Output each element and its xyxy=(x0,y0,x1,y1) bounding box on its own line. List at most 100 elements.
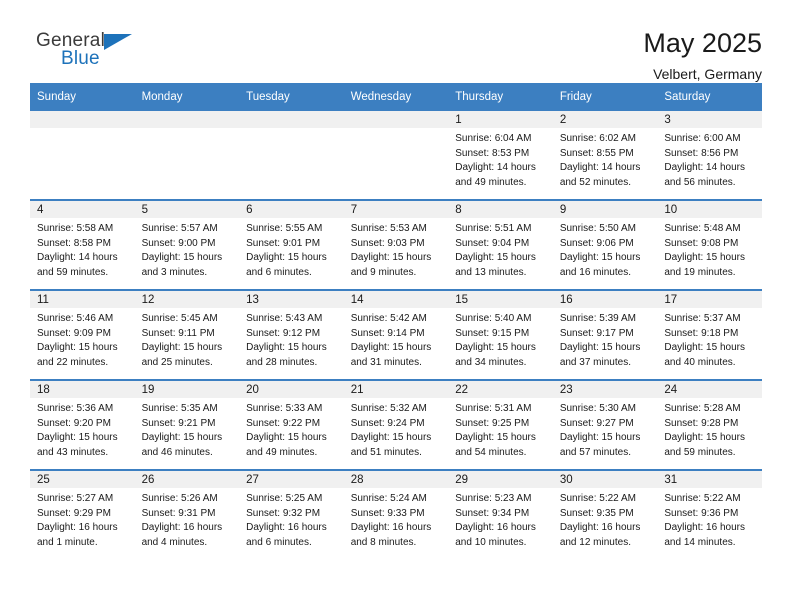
calendar-header-row: Sunday Monday Tuesday Wednesday Thursday… xyxy=(30,83,762,111)
calendar-week-row: 1 Sunrise: 6:04 AM Sunset: 8:53 PM Dayli… xyxy=(30,111,762,200)
sunrise-text: Sunrise: 5:43 AM xyxy=(246,313,323,324)
day-cell[interactable]: 1 Sunrise: 6:04 AM Sunset: 8:53 PM Dayli… xyxy=(448,111,553,200)
daylight-text-line1: Daylight: 15 hours xyxy=(559,252,641,264)
weekday-header-tuesday: Tuesday xyxy=(239,83,344,111)
day-number: 12 xyxy=(134,291,240,308)
daylight-text-line2: and 51 minutes. xyxy=(350,446,422,458)
day-details: Sunrise: 5:33 AM Sunset: 9:22 PM Dayligh… xyxy=(239,398,344,460)
day-number: 28 xyxy=(343,471,449,488)
daylight-text-line2: and 8 minutes. xyxy=(350,536,417,548)
day-number: 15 xyxy=(448,291,553,308)
sunrise-text: Sunrise: 5:22 AM xyxy=(559,493,636,504)
day-cell[interactable]: 16 Sunrise: 5:39 AM Sunset: 9:17 PM Dayl… xyxy=(552,289,658,380)
day-details: Sunrise: 5:27 AM Sunset: 9:29 PM Dayligh… xyxy=(30,488,135,550)
sunset-text: Sunset: 9:14 PM xyxy=(350,327,425,339)
daylight-text-line2: and 57 minutes. xyxy=(559,446,631,458)
day-number: 25 xyxy=(30,471,135,488)
day-details: Sunrise: 5:24 AM Sunset: 9:33 PM Dayligh… xyxy=(344,488,449,550)
sunrise-text: Sunrise: 5:23 AM xyxy=(455,493,532,504)
day-number: 31 xyxy=(657,471,762,488)
day-cell[interactable]: 12 Sunrise: 5:45 AM Sunset: 9:11 PM Dayl… xyxy=(134,289,240,380)
brand-name-blue: Blue xyxy=(61,48,100,69)
sunrise-text: Sunrise: 5:30 AM xyxy=(559,403,636,414)
day-cell[interactable]: 8 Sunrise: 5:51 AM Sunset: 9:04 PM Dayli… xyxy=(448,199,553,290)
day-cell[interactable]: 7 Sunrise: 5:53 AM Sunset: 9:03 PM Dayli… xyxy=(343,199,449,290)
day-cell[interactable]: 19 Sunrise: 5:35 AM Sunset: 9:21 PM Dayl… xyxy=(134,379,240,470)
day-cell[interactable]: 3 Sunrise: 6:00 AM Sunset: 8:56 PM Dayli… xyxy=(657,111,762,200)
daylight-text-line1: Daylight: 15 hours xyxy=(141,432,223,444)
day-cell[interactable]: 24 Sunrise: 5:28 AM Sunset: 9:28 PM Dayl… xyxy=(657,379,762,470)
sunrise-text: Sunrise: 5:27 AM xyxy=(37,493,114,504)
day-cell[interactable]: 14 Sunrise: 5:42 AM Sunset: 9:14 PM Dayl… xyxy=(343,289,449,380)
day-cell[interactable]: 29 Sunrise: 5:23 AM Sunset: 9:34 PM Dayl… xyxy=(448,469,553,559)
sunset-text: Sunset: 8:56 PM xyxy=(664,147,739,159)
daylight-text-line2: and 49 minutes. xyxy=(455,176,527,188)
sunrise-text: Sunrise: 6:02 AM xyxy=(559,133,636,144)
day-cell[interactable]: 6 Sunrise: 5:55 AM Sunset: 9:01 PM Dayli… xyxy=(239,199,344,290)
daylight-text-line1: Daylight: 16 hours xyxy=(350,522,432,534)
daylight-text-line2: and 28 minutes. xyxy=(246,356,318,368)
sunset-text: Sunset: 9:32 PM xyxy=(246,507,321,519)
day-cell[interactable]: 31 Sunrise: 5:22 AM Sunset: 9:36 PM Dayl… xyxy=(657,469,762,559)
daylight-text-line2: and 59 minutes. xyxy=(37,266,109,278)
day-cell[interactable]: 11 Sunrise: 5:46 AM Sunset: 9:09 PM Dayl… xyxy=(30,289,135,380)
day-details: Sunrise: 5:51 AM Sunset: 9:04 PM Dayligh… xyxy=(448,218,553,280)
sunset-text: Sunset: 9:29 PM xyxy=(37,507,111,519)
brand-logo[interactable]: General Blue xyxy=(30,28,140,74)
day-details: Sunrise: 5:32 AM Sunset: 9:24 PM Dayligh… xyxy=(344,398,449,460)
sunrise-text: Sunrise: 5:51 AM xyxy=(455,223,532,234)
day-cell[interactable]: 4 Sunrise: 5:58 AM Sunset: 8:58 PM Dayli… xyxy=(30,199,135,290)
calendar-week-row: 11 Sunrise: 5:46 AM Sunset: 9:09 PM Dayl… xyxy=(30,289,762,380)
sunset-text: Sunset: 9:22 PM xyxy=(246,417,321,429)
day-cell[interactable]: 25 Sunrise: 5:27 AM Sunset: 9:29 PM Dayl… xyxy=(30,469,135,559)
daylight-text-line2: and 13 minutes. xyxy=(455,266,527,278)
day-number: 5 xyxy=(134,201,240,218)
day-number: 22 xyxy=(448,381,553,398)
day-details: Sunrise: 5:30 AM Sunset: 9:27 PM Dayligh… xyxy=(553,398,658,460)
day-cell[interactable]: 9 Sunrise: 5:50 AM Sunset: 9:06 PM Dayli… xyxy=(552,199,658,290)
daylight-text-line2: and 43 minutes. xyxy=(37,446,109,458)
sunrise-text: Sunrise: 5:45 AM xyxy=(141,313,218,324)
day-details: Sunrise: 5:42 AM Sunset: 9:14 PM Dayligh… xyxy=(344,308,449,370)
day-cell[interactable]: 20 Sunrise: 5:33 AM Sunset: 9:22 PM Dayl… xyxy=(239,379,344,470)
day-cell[interactable]: 23 Sunrise: 5:30 AM Sunset: 9:27 PM Dayl… xyxy=(552,379,658,470)
day-details: Sunrise: 6:00 AM Sunset: 8:56 PM Dayligh… xyxy=(657,128,762,190)
sunrise-text: Sunrise: 5:31 AM xyxy=(455,403,532,414)
day-cell[interactable]: 17 Sunrise: 5:37 AM Sunset: 9:18 PM Dayl… xyxy=(657,289,762,380)
day-cell[interactable]: 22 Sunrise: 5:31 AM Sunset: 9:25 PM Dayl… xyxy=(448,379,553,470)
sunrise-text: Sunrise: 5:35 AM xyxy=(141,403,218,414)
day-number: 8 xyxy=(448,201,553,218)
day-cell[interactable]: 30 Sunrise: 5:22 AM Sunset: 9:35 PM Dayl… xyxy=(552,469,658,559)
sunset-text: Sunset: 9:35 PM xyxy=(559,507,634,519)
daylight-text-line2: and 6 minutes. xyxy=(246,536,312,548)
sunset-text: Sunset: 9:33 PM xyxy=(350,507,425,519)
sunrise-text: Sunrise: 5:37 AM xyxy=(664,313,741,324)
daylight-text-line1: Daylight: 15 hours xyxy=(246,432,327,444)
calendar-week-row: 4 Sunrise: 5:58 AM Sunset: 8:58 PM Dayli… xyxy=(30,199,762,290)
sunset-text: Sunset: 9:17 PM xyxy=(559,327,634,339)
day-cell[interactable]: 26 Sunrise: 5:26 AM Sunset: 9:31 PM Dayl… xyxy=(134,469,240,559)
sunset-text: Sunset: 9:24 PM xyxy=(350,417,425,429)
day-cell[interactable]: 13 Sunrise: 5:43 AM Sunset: 9:12 PM Dayl… xyxy=(239,289,344,380)
day-cell[interactable]: 28 Sunrise: 5:24 AM Sunset: 9:33 PM Dayl… xyxy=(343,469,449,559)
daylight-text-line2: and 4 minutes. xyxy=(141,536,208,548)
day-number: 11 xyxy=(30,291,135,308)
day-number: 21 xyxy=(343,381,449,398)
day-number: 26 xyxy=(134,471,240,488)
daylight-text-line1: Daylight: 16 hours xyxy=(37,522,118,534)
day-cell[interactable]: 2 Sunrise: 6:02 AM Sunset: 8:55 PM Dayli… xyxy=(552,111,658,200)
day-number: 30 xyxy=(552,471,658,488)
day-cell[interactable]: 15 Sunrise: 5:40 AM Sunset: 9:15 PM Dayl… xyxy=(448,289,553,380)
day-cell[interactable]: 5 Sunrise: 5:57 AM Sunset: 9:00 PM Dayli… xyxy=(134,199,240,290)
daylight-text-line2: and 19 minutes. xyxy=(664,266,736,278)
day-cell-empty xyxy=(343,111,449,200)
calendar-body: 1 Sunrise: 6:04 AM Sunset: 8:53 PM Dayli… xyxy=(30,111,762,559)
page-title: May 2025 xyxy=(643,28,762,58)
day-cell[interactable]: 21 Sunrise: 5:32 AM Sunset: 9:24 PM Dayl… xyxy=(343,379,449,470)
daylight-text-line1: Daylight: 14 hours xyxy=(559,162,641,174)
day-number: 14 xyxy=(343,291,449,308)
sunset-text: Sunset: 9:03 PM xyxy=(350,237,425,249)
day-cell[interactable]: 10 Sunrise: 5:48 AM Sunset: 9:08 PM Dayl… xyxy=(657,199,762,290)
day-cell[interactable]: 18 Sunrise: 5:36 AM Sunset: 9:20 PM Dayl… xyxy=(30,379,135,470)
day-cell[interactable]: 27 Sunrise: 5:25 AM Sunset: 9:32 PM Dayl… xyxy=(239,469,344,559)
